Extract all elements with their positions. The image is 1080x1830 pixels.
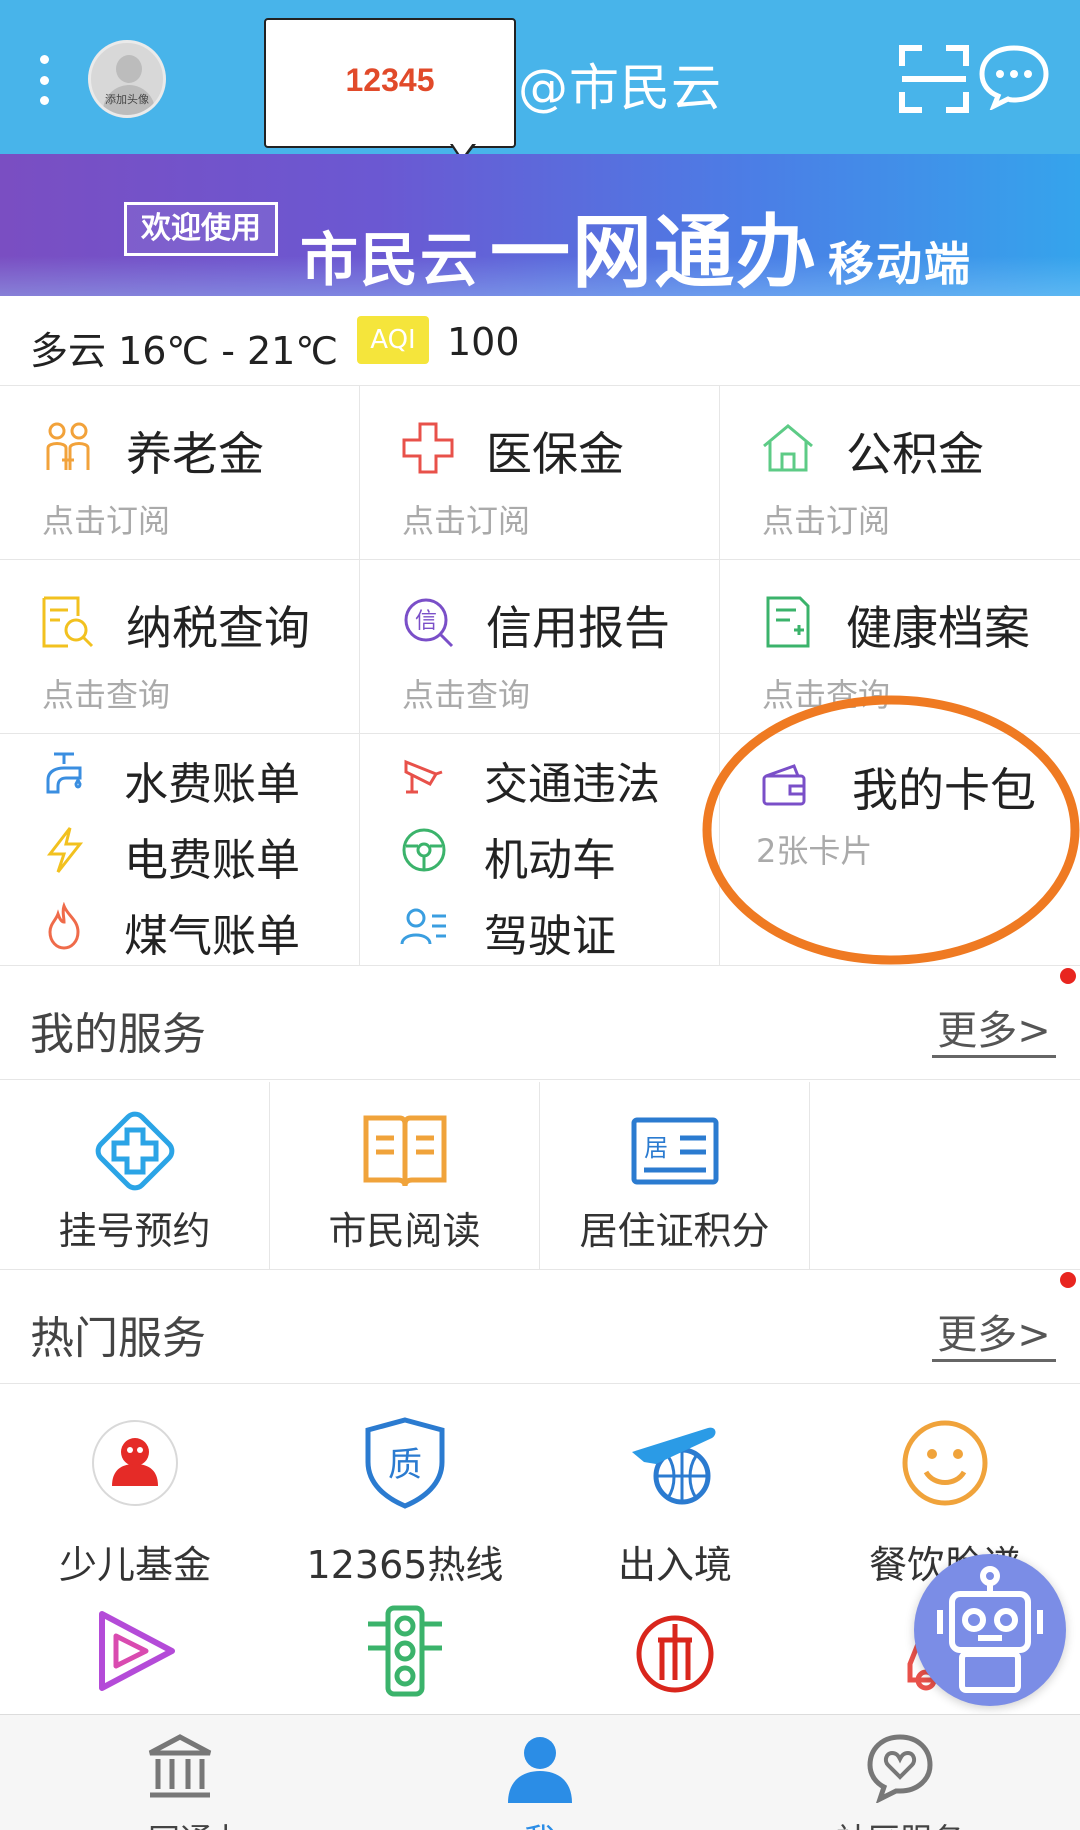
flame-icon (48, 902, 80, 950)
hospital-plus-icon (95, 1111, 175, 1191)
wallet-icon (762, 764, 806, 806)
my-services-header: 我的服务 更多> (0, 968, 1080, 1080)
avatar-caption: 添加头像 (105, 93, 149, 106)
book-icon (363, 1115, 447, 1187)
water-tap-icon (46, 752, 82, 794)
government-building-icon (148, 1734, 212, 1798)
smiley-face-icon (902, 1420, 988, 1506)
my-services-more-link[interactable]: 更多> (932, 998, 1056, 1058)
nav-government-services[interactable]: 一网通办 (0, 1715, 360, 1830)
hot-12365-hotline[interactable]: 质 12365热线 (270, 1386, 540, 1587)
hot-services-more-link[interactable]: 更多> (932, 1302, 1056, 1362)
tile-traffic: 交通违法 机动车 驾驶证 (360, 734, 720, 965)
service-citizen-reading[interactable]: 市民阅读 (270, 1082, 540, 1269)
service-registration[interactable]: 挂号预约 (0, 1082, 270, 1269)
heart-chat-icon (867, 1734, 933, 1803)
tile-my-wallet[interactable]: 我的卡包 2张卡片 (720, 734, 1080, 965)
bills-row: 水费账单 电费账单 煤气账单 交通违法 机动车 驾驶证 我的卡包 2张卡片 (0, 734, 1080, 966)
tile-credit-report[interactable]: 信 信用报告 点击查询 (360, 560, 720, 733)
tile-pension[interactable]: 养老金 点击订阅 (0, 386, 360, 559)
tile-medical-insurance[interactable]: 医保金 点击订阅 (360, 386, 720, 559)
medical-cross-icon (402, 422, 454, 474)
tile-tax-query[interactable]: 纳税查询 点击查询 (0, 560, 360, 733)
bottom-navigation: 一网通办 我 社区服务 (0, 1714, 1080, 1830)
callout-text: 12345 (345, 62, 435, 98)
person-icon (508, 1737, 572, 1803)
camera-icon (404, 759, 443, 794)
driver-license-icon (400, 908, 446, 945)
aqi-value: 100 (447, 320, 520, 364)
family-icon (46, 422, 90, 470)
banner-badge: 欢迎使用 (124, 202, 278, 256)
brand-title: @市民云 (518, 59, 722, 117)
scan-icon[interactable] (898, 44, 970, 114)
national-emblem-icon (636, 1615, 714, 1693)
app-header: 添加头像 @市民云 (0, 0, 1080, 154)
airplane-globe-icon (632, 1427, 716, 1505)
hot-services-title: 热门服务 (30, 1313, 206, 1364)
svg-text:居: 居 (644, 1134, 668, 1162)
tile-housing-fund[interactable]: 公积金 点击订阅 (720, 386, 1080, 559)
hot-children-fund[interactable]: 少儿基金 (0, 1386, 270, 1587)
promo-banner[interactable]: 欢迎使用 市民云 一网通办 移动端 (0, 154, 1080, 296)
play-icon (99, 1611, 175, 1691)
avatar[interactable]: 添加头像 (88, 40, 166, 118)
steering-wheel-icon (402, 828, 446, 872)
house-icon (763, 424, 813, 472)
my-services-row: 挂号预约 市民阅读 居 居住证积分 (0, 1082, 1080, 1270)
lightning-icon (46, 827, 84, 873)
hot-video-item[interactable] (0, 1586, 270, 1714)
query-row: 纳税查询 点击查询 信 信用报告 点击查询 健康档案 点击查询 (0, 560, 1080, 734)
motor-vehicle-item[interactable]: 机动车 (396, 816, 716, 886)
children-fund-logo-icon (92, 1420, 178, 1506)
health-record-icon (766, 596, 810, 648)
traffic-violation-item[interactable]: 交通违法 (396, 740, 716, 810)
hot-entry-exit[interactable]: 出入境 (540, 1386, 810, 1587)
wallet-card-count: 2张卡片 (756, 832, 873, 870)
hot-emblem-item[interactable] (540, 1586, 810, 1714)
credit-icon: 信 (404, 598, 454, 648)
svg-text:质: 质 (388, 1445, 422, 1485)
subscription-row: 养老金 点击订阅 医保金 点击订阅 公积金 点击订阅 (0, 386, 1080, 560)
hot-traffic-item[interactable] (270, 1586, 540, 1714)
gas-bill-item[interactable]: 煤气账单 (36, 892, 356, 962)
service-empty-slot (810, 1082, 1080, 1269)
traffic-light-icon (368, 1605, 442, 1697)
water-bill-item[interactable]: 水费账单 (36, 740, 356, 810)
quality-shield-icon: 质 (365, 1417, 445, 1509)
aqi-badge: AQI (357, 316, 429, 364)
notification-dot (1060, 968, 1076, 984)
driver-license-item[interactable]: 驾驶证 (396, 892, 716, 962)
svg-text:信: 信 (415, 609, 437, 634)
weather-bar[interactable]: 多云 16℃ - 21℃ AQI 100 (0, 296, 1080, 386)
banner-title: 市民云 一网通办 移动端 (300, 206, 973, 296)
my-services-title: 我的服务 (30, 1009, 206, 1060)
electricity-bill-item[interactable]: 电费账单 (36, 816, 356, 886)
wallet-title: 我的卡包 (852, 763, 1036, 817)
weather-text: 多云 16℃ - 21℃ (30, 329, 339, 373)
tile-utility-bills: 水费账单 电费账单 煤气账单 (0, 734, 360, 965)
tile-health-record[interactable]: 健康档案 点击查询 (720, 560, 1080, 733)
more-menu-icon[interactable] (36, 55, 52, 105)
notification-dot (1060, 1272, 1076, 1288)
robot-icon (937, 1566, 1043, 1693)
residence-card-icon: 居 (631, 1117, 719, 1185)
message-icon[interactable] (978, 44, 1050, 110)
nav-community-services[interactable]: 社区服务 (720, 1715, 1080, 1830)
service-residence-points[interactable]: 居 居住证积分 (540, 1082, 810, 1269)
hot-services-header: 热门服务 更多> (0, 1272, 1080, 1384)
assistant-robot-button[interactable] (914, 1554, 1066, 1706)
nav-me[interactable]: 我 (360, 1715, 720, 1830)
tax-search-icon (42, 596, 94, 648)
